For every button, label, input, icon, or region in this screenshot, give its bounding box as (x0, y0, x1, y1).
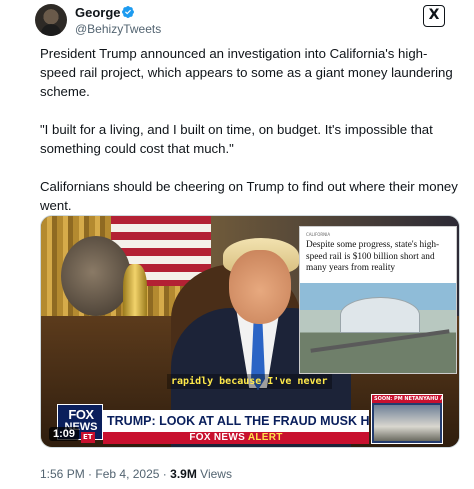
video-player[interactable]: CALIFORNIA Despite some progress, state'… (40, 215, 460, 448)
coming-soon-box: SOON: PM NETANYAHU AT WH (371, 394, 443, 444)
tweet-paragraph: President Trump announced an investigati… (40, 46, 453, 99)
tweet-date[interactable]: Feb 4, 2025 (95, 467, 159, 481)
alert-brand: FOX NEWS (189, 432, 246, 443)
tweet-paragraph: Californians should be cheering on Trump… (40, 179, 458, 213)
chyron-headline: TRUMP: LOOK AT ALL THE FRAUD MUSK HAS FO… (103, 410, 369, 432)
avatar[interactable] (35, 4, 67, 36)
author-name[interactable]: George (75, 5, 121, 20)
video-caption: rapidly because I've never (167, 374, 332, 389)
tweet-paragraph: "I built for a living, and I built on ti… (40, 122, 433, 156)
x-logo-icon[interactable]: X (423, 5, 445, 27)
video-duration: 1:09 (49, 427, 80, 441)
coming-soon-label: SOON: PM NETANYAHU AT WH (372, 395, 442, 403)
meta-separator: · (162, 467, 167, 481)
tweet-meta: 1:56 PM · Feb 4, 2025 · 3.9M Views (40, 467, 232, 481)
alert-bar: FOX NEWS ALERT (103, 432, 369, 444)
views-label: Views (200, 467, 232, 481)
station-roof (340, 297, 420, 333)
tweet-header: George @BehizyTweets X (35, 4, 445, 40)
verified-badge-icon (122, 6, 134, 18)
fox-logo-top: FOX (68, 407, 94, 422)
meta-separator: · (88, 467, 93, 481)
bronze-bust (61, 236, 131, 316)
article-kicker: CALIFORNIA (306, 232, 331, 237)
news-chyron: FOX NEWS ET TRUMP: LOOK AT ALL THE FRAUD… (41, 394, 459, 447)
tweet-body: President Trump announced an investigati… (40, 44, 460, 215)
gold-trophy (123, 264, 147, 320)
timezone-badge: ET (81, 432, 95, 443)
tweet-time[interactable]: 1:56 PM (40, 467, 85, 481)
alert-word: ALERT (247, 432, 283, 443)
speaker-head (229, 250, 291, 324)
article-headline: Despite some progress, state's high-spee… (306, 240, 440, 273)
white-house-image (374, 405, 440, 441)
article-graphic: CALIFORNIA Despite some progress, state'… (299, 226, 457, 374)
views-count: 3.9M (170, 467, 197, 481)
author-handle[interactable]: @BehizyTweets (75, 22, 161, 36)
